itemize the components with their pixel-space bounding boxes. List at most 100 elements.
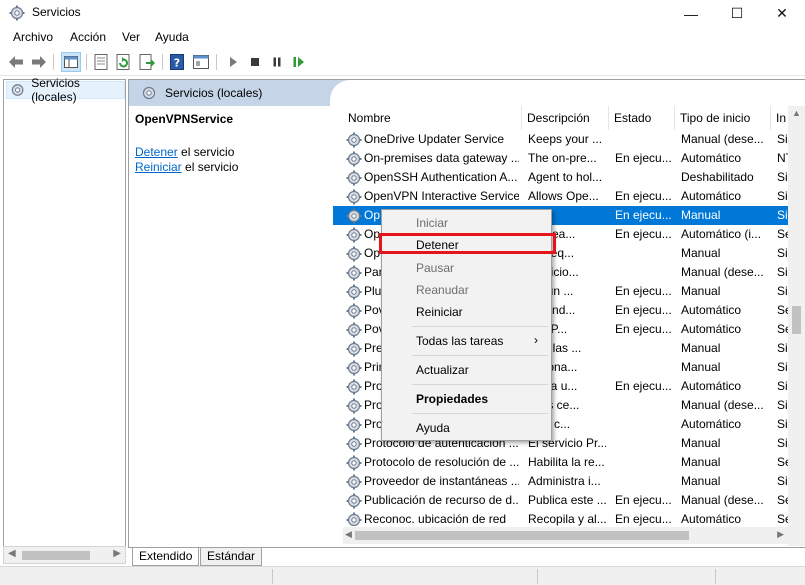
scroll-right-arrow-icon[interactable]: ▶ [113,548,121,559]
column-header-startup-type[interactable]: Tipo de inicio [675,106,771,130]
service-gear-icon [346,474,362,490]
service-gear-icon [346,227,362,243]
cell-start: Automático [681,303,742,317]
cell-start: Automático (i... [681,227,762,241]
tree-horizontal-scrollbar[interactable]: ◀ ▶ [3,546,126,564]
cell-start: Manual [681,455,721,469]
list-hscroll-thumb[interactable] [355,531,689,540]
cell-start: Automático [681,189,742,203]
table-row[interactable]: Publicación de recurso de d... Publica es… [333,491,793,510]
list-horizontal-scrollbar[interactable]: ◀ ▶ [343,527,805,544]
cell-desc: Administra i... [528,474,601,488]
detener-highlight-box [379,233,556,254]
cell-state: En ejecu... [615,151,672,165]
table-row[interactable]: OneDrive Updater Service Keeps your ... Ma… [333,130,794,149]
cell-name: Protocolo de resolución de ... [364,455,519,469]
service-description-panel: OpenVPNService Detener el servicio Reini… [129,106,329,546]
menu-archivo[interactable]: Archivo [13,30,53,44]
export-list-icon[interactable] [138,53,156,71]
menu-ayuda[interactable]: Ayuda [155,30,189,44]
cell-desc: The on-pre... [528,151,597,165]
view-tabs: Extendido Estándar [128,547,805,566]
ctx-reiniciar[interactable]: Reiniciar [416,305,463,319]
tab-extendido[interactable]: Extendido [132,548,200,566]
table-row[interactable]: Proveedor de instantáneas ... Administra … [333,472,794,491]
start-service-icon[interactable] [224,53,242,71]
cell-state: En ejecu... [615,208,672,222]
cell-start: Automático [681,151,742,165]
cell-name: OneDrive Updater Service [364,132,505,146]
hscroll-right-arrow-icon[interactable]: ▶ [777,529,784,540]
stop-service-link[interactable]: Detener [135,145,178,159]
help-icon[interactable]: ? [168,53,186,71]
tree-scroll-thumb[interactable] [22,551,90,560]
ctx-reanudar[interactable]: Reanudar [416,283,469,297]
services-gear-icon [11,84,24,96]
stop-service-icon[interactable] [246,53,264,71]
scroll-up-arrow-icon[interactable]: ▲ [792,108,801,118]
service-gear-icon [346,379,362,395]
ctx-actualizar[interactable]: Actualizar [416,363,469,377]
submenu-chevron-right-icon: › [534,333,538,347]
status-bar [0,566,805,585]
forward-arrow-icon[interactable] [30,53,48,71]
title-bar: Servicios — ☐ ✕ [0,0,805,27]
refresh-icon[interactable] [115,53,133,71]
cell-start: Automático [681,322,742,336]
cell-state: En ejecu... [615,227,672,241]
restart-service-text: el servicio [181,160,239,174]
cell-start: Manual (dese... [681,132,764,146]
scroll-left-arrow-icon[interactable]: ◀ [8,548,16,559]
console-tree: Servicios (locales) [3,76,126,564]
tree-item-label: Servicios (locales) [31,76,80,104]
cell-name: On-premises data gateway ... [364,151,519,165]
pause-service-icon[interactable] [268,53,286,71]
properties-doc-icon[interactable] [92,53,110,71]
menu-ver[interactable]: Ver [122,30,140,44]
column-header-description[interactable]: Descripción [522,106,609,130]
cell-start: Manual (dese... [681,493,764,507]
restart-service-link[interactable]: Reiniciar [135,160,182,174]
service-gear-icon [346,189,362,205]
close-button[interactable]: ✕ [759,0,805,27]
cell-desc: Allows Ope... [528,189,599,203]
table-row[interactable]: OpenSSH Authentication A... Agent to hol.… [333,168,794,187]
minimize-button[interactable]: — [668,0,714,27]
service-gear-icon [346,512,362,526]
window-title: Servicios [32,5,81,19]
column-header-state[interactable]: Estado [609,106,675,130]
service-gear-icon [346,303,362,319]
ctx-pausar[interactable]: Pausar [416,261,454,275]
ctx-todas-las-tareas[interactable]: Todas las tareas [416,334,503,348]
cell-state: En ejecu... [615,379,672,393]
menu-accion[interactable]: Acción [70,30,106,44]
cell-name: OpenSSH Authentication A... [364,170,518,184]
table-row[interactable]: Protocolo de resolución de ... Habilita l… [333,453,793,472]
cell-name: Proveedor de instantáneas ... [364,474,519,488]
cell-name: OpenVPN Interactive Service [364,189,519,203]
cell-state: En ejecu... [615,284,672,298]
list-vscroll-thumb[interactable] [792,306,801,334]
tab-estandar[interactable]: Estándar [200,548,263,566]
tree-item-servicios-locales[interactable]: Servicios (locales) [6,76,125,104]
restart-service-line: Reiniciar el servicio [135,160,238,174]
cell-start: Manual (dese... [681,398,764,412]
table-row[interactable]: On-premises data gateway ... The on-pre..… [333,149,793,168]
console-tree-icon[interactable] [61,52,81,72]
cell-state: En ejecu... [615,303,672,317]
ctx-iniciar[interactable]: Iniciar [416,216,448,230]
ctx-ayuda[interactable]: Ayuda [416,421,450,435]
maximize-button[interactable]: ☐ [714,0,760,27]
properties-sheet-icon[interactable] [192,53,210,71]
cell-start: Manual [681,284,721,298]
hscroll-left-arrow-icon[interactable]: ◀ [345,529,352,540]
list-vertical-scrollbar[interactable]: ▲ ▼ [788,106,805,546]
cell-start: Deshabilitado [681,170,754,184]
restart-service-icon[interactable] [290,53,308,71]
service-gear-icon [346,360,362,376]
table-row[interactable]: OpenVPN Interactive Service Allows Ope...… [333,187,794,206]
ctx-propiedades[interactable]: Propiedades [416,392,488,406]
table-row[interactable]: Reconoc. ubicación de red Recopila y al..… [333,510,793,526]
column-header-name[interactable]: Nombre ^ [343,106,522,130]
back-arrow-icon[interactable] [7,53,25,71]
